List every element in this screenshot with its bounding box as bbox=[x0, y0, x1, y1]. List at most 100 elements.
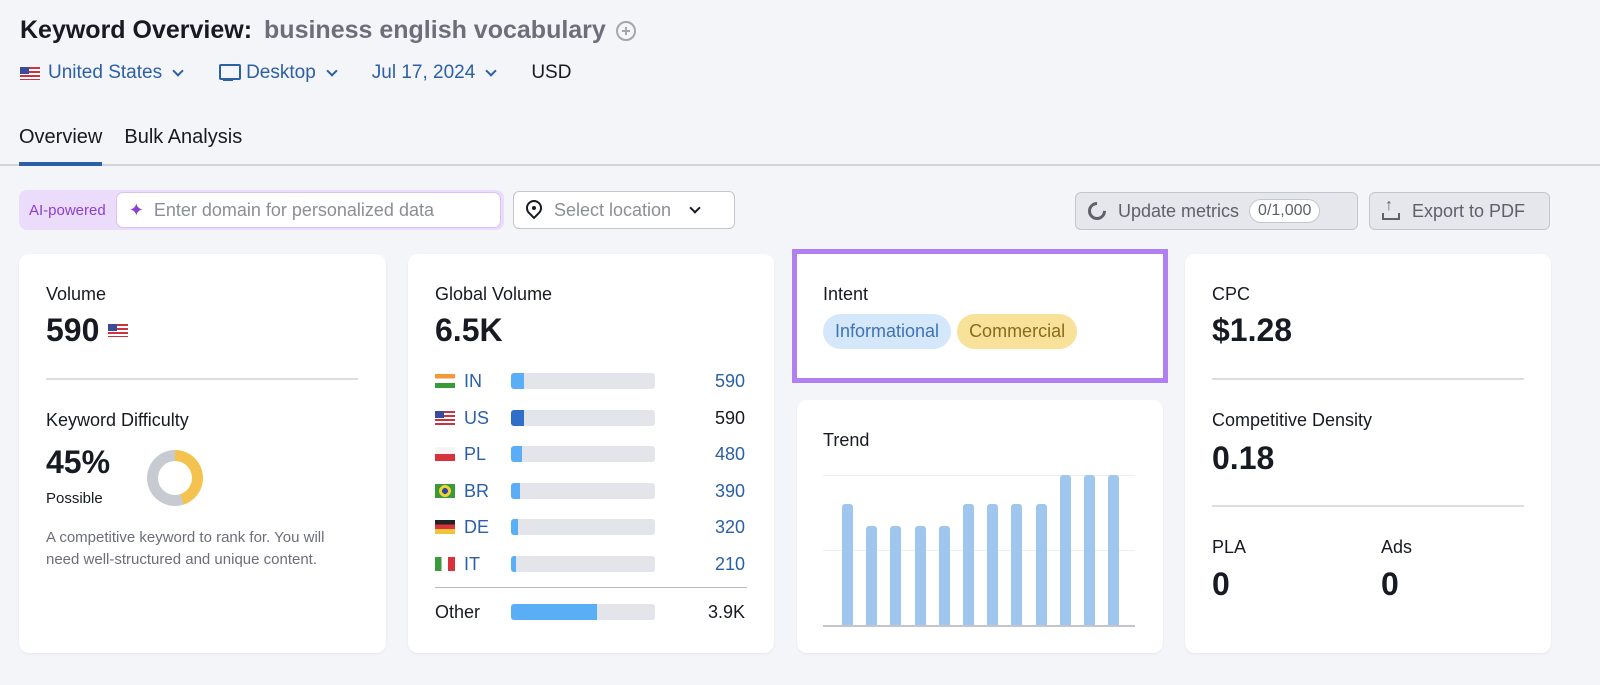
keyword-difficulty-label: Keyword Difficulty bbox=[46, 410, 189, 430]
country-dropdown[interactable]: United States bbox=[20, 62, 184, 84]
country-volume-bar bbox=[511, 519, 655, 535]
filters-bar: United States Desktop Jul 17, 2024 USD bbox=[20, 62, 571, 84]
trend-bar[interactable] bbox=[1035, 503, 1047, 625]
export-pdf-button[interactable]: Export to PDF bbox=[1369, 192, 1550, 230]
country-volume-value: 590 bbox=[714, 407, 745, 428]
trend-label: Trend bbox=[823, 430, 870, 450]
trend-bar[interactable] bbox=[1059, 475, 1071, 625]
volume-value: 590 bbox=[46, 312, 100, 348]
plus-circle-icon[interactable] bbox=[615, 20, 636, 41]
country-volume-value[interactable]: 390 bbox=[715, 481, 745, 502]
competitive-density-value: 0.18 bbox=[1212, 440, 1275, 476]
trend-baseline bbox=[823, 625, 1135, 627]
other-volume-fill bbox=[511, 604, 598, 620]
refresh-icon bbox=[1084, 198, 1110, 224]
intent-tag-commercial[interactable]: Commercial bbox=[957, 314, 1078, 349]
intent-label: Intent bbox=[823, 284, 869, 304]
chevron-down-icon bbox=[689, 201, 701, 214]
country-volume-fill bbox=[511, 483, 520, 499]
ads-value: 0 bbox=[1381, 566, 1399, 602]
keyword-title: business english vocabulary bbox=[264, 16, 606, 44]
trend-bar[interactable] bbox=[1011, 503, 1023, 625]
other-volume-value: 3.9K bbox=[707, 601, 745, 622]
trend-bar[interactable] bbox=[866, 526, 878, 625]
country-volume-value[interactable]: 480 bbox=[715, 444, 745, 465]
tab-bulk-analysis[interactable]: Bulk Analysis bbox=[124, 120, 242, 166]
country-volume-fill bbox=[511, 556, 517, 572]
page-title: Keyword Overview: bbox=[20, 16, 253, 44]
domain-input[interactable] bbox=[153, 199, 474, 221]
poland-flag-icon bbox=[435, 447, 455, 461]
tab-overview[interactable]: Overview bbox=[19, 120, 103, 166]
trend-bar[interactable] bbox=[890, 526, 902, 625]
chevron-down-icon bbox=[326, 64, 338, 77]
trend-bar[interactable] bbox=[842, 503, 853, 625]
keyword-difficulty-level: Possible bbox=[46, 490, 103, 507]
other-label: Other bbox=[435, 601, 481, 622]
cpc-card: CPC $1.28 Competitive Density 0.18 PLA 0… bbox=[1185, 254, 1551, 653]
divider bbox=[435, 587, 747, 588]
country-volume-value[interactable]: 210 bbox=[715, 554, 745, 575]
currency-label: USD bbox=[531, 62, 572, 83]
intent-tag-informational[interactable]: Informational bbox=[823, 314, 952, 349]
location-pin-icon bbox=[526, 200, 542, 220]
country-row: IN 590 bbox=[435, 369, 745, 393]
domain-input-wrapper: ✦ bbox=[115, 192, 501, 228]
country-volume-fill bbox=[511, 410, 524, 426]
upload-icon bbox=[1382, 197, 1400, 221]
country-volume-fill bbox=[511, 373, 524, 389]
location-select[interactable]: Select location bbox=[513, 191, 735, 229]
other-volume-bar bbox=[511, 604, 655, 620]
trend-bar[interactable] bbox=[1108, 475, 1120, 625]
country-code[interactable]: DE bbox=[464, 517, 511, 538]
divider bbox=[1212, 505, 1524, 507]
india-flag-icon bbox=[435, 374, 455, 388]
pla-label: PLA bbox=[1212, 537, 1247, 557]
volume-card: Volume 590 Keyword Difficulty 45% Possib… bbox=[19, 254, 386, 653]
update-metrics-button[interactable]: Update metrics 0/1,000 bbox=[1075, 192, 1358, 230]
cpc-value: $1.28 bbox=[1212, 312, 1293, 348]
country-code[interactable]: US bbox=[464, 408, 511, 429]
keyword-difficulty-value: 45% bbox=[46, 444, 111, 480]
country-volume-bar bbox=[511, 483, 655, 499]
date-dropdown[interactable]: Jul 17, 2024 bbox=[371, 62, 497, 84]
trend-bar[interactable] bbox=[914, 526, 926, 625]
chevron-down-icon bbox=[485, 64, 497, 77]
desktop-icon bbox=[218, 63, 242, 83]
trend-bar[interactable] bbox=[987, 503, 999, 625]
brazil-flag-icon bbox=[435, 484, 455, 498]
difficulty-donut bbox=[147, 450, 203, 506]
country-volume-fill bbox=[511, 519, 519, 535]
trend-bar[interactable] bbox=[963, 503, 974, 625]
country-code[interactable]: IN bbox=[464, 371, 511, 392]
ai-domain-group: AI-powered ✦ bbox=[19, 190, 504, 230]
chevron-down-icon bbox=[172, 64, 184, 77]
intent-card: Intent Informational Commercial bbox=[792, 249, 1168, 383]
country-volume-bar bbox=[511, 556, 655, 572]
country-volume-bar bbox=[511, 446, 655, 462]
country-code[interactable]: PL bbox=[464, 444, 511, 465]
competitive-density-label: Competitive Density bbox=[1212, 410, 1373, 430]
country-row: DE 320 bbox=[435, 515, 745, 539]
page-header: Keyword Overview: business english vocab… bbox=[20, 16, 636, 45]
country-row: PL 480 bbox=[435, 442, 745, 466]
trend-bar[interactable] bbox=[1084, 475, 1095, 625]
trend-card: Trend bbox=[797, 400, 1163, 653]
sparkle-icon: ✦ bbox=[128, 199, 144, 220]
country-code[interactable]: BR bbox=[464, 481, 511, 502]
country-volume-bar bbox=[511, 410, 655, 426]
country-volume-value[interactable]: 320 bbox=[715, 517, 745, 538]
us-flag-icon bbox=[435, 411, 455, 425]
date-label: Jul 17, 2024 bbox=[371, 62, 476, 83]
country-code[interactable]: IT bbox=[464, 554, 511, 575]
device-dropdown[interactable]: Desktop bbox=[218, 62, 338, 84]
country-volume-value[interactable]: 590 bbox=[715, 371, 745, 392]
other-row: Other 3.9K bbox=[435, 600, 745, 624]
country-volume-fill bbox=[511, 446, 522, 462]
update-metrics-label: Update metrics bbox=[1118, 200, 1240, 221]
export-pdf-label: Export to PDF bbox=[1412, 200, 1526, 221]
volume-value-row: 590 bbox=[46, 312, 136, 349]
global-volume-value: 6.5K bbox=[435, 312, 503, 348]
volume-label: Volume bbox=[46, 284, 107, 304]
trend-bar[interactable] bbox=[938, 526, 950, 625]
